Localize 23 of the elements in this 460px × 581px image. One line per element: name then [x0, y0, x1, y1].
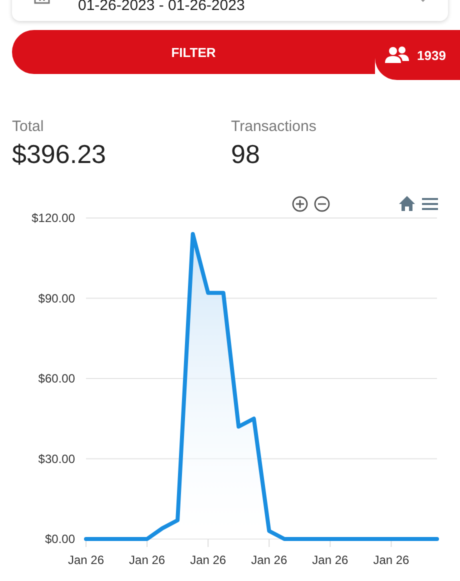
users-badge[interactable]: 1939 — [375, 30, 460, 80]
x-axis-label: Jan 26 — [373, 553, 410, 567]
x-axis-label: Jan 26 — [312, 553, 348, 567]
x-axis-label: Jan 26 — [251, 553, 288, 567]
y-axis-label: $0.00 — [44, 532, 75, 546]
y-axis-label: $60.00 — [38, 372, 75, 386]
zoom-out-icon[interactable] — [314, 196, 330, 212]
users-count: 1939 — [417, 48, 446, 62]
x-axis-label: Jan 26 — [68, 553, 104, 567]
y-axis-label: $30.00 — [38, 452, 75, 466]
x-axis-label: Jan 26 — [129, 553, 166, 567]
y-axis-label: $90.00 — [38, 291, 75, 306]
zoom-in-icon[interactable] — [292, 196, 308, 212]
y-axis-label: $120.00 — [32, 211, 75, 225]
x-axis-label: Jan 26 — [190, 553, 226, 567]
home-icon[interactable] — [399, 196, 415, 211]
users-icon — [385, 46, 409, 64]
menu-icon[interactable] — [421, 198, 439, 210]
stat-value: $396.23 — [12, 138, 107, 170]
stat-label: Transactions — [231, 118, 318, 136]
stat-value: 98 — [231, 138, 261, 170]
stat-label: Total — [12, 118, 45, 136]
filter-button[interactable]: FILTER — [12, 30, 375, 74]
